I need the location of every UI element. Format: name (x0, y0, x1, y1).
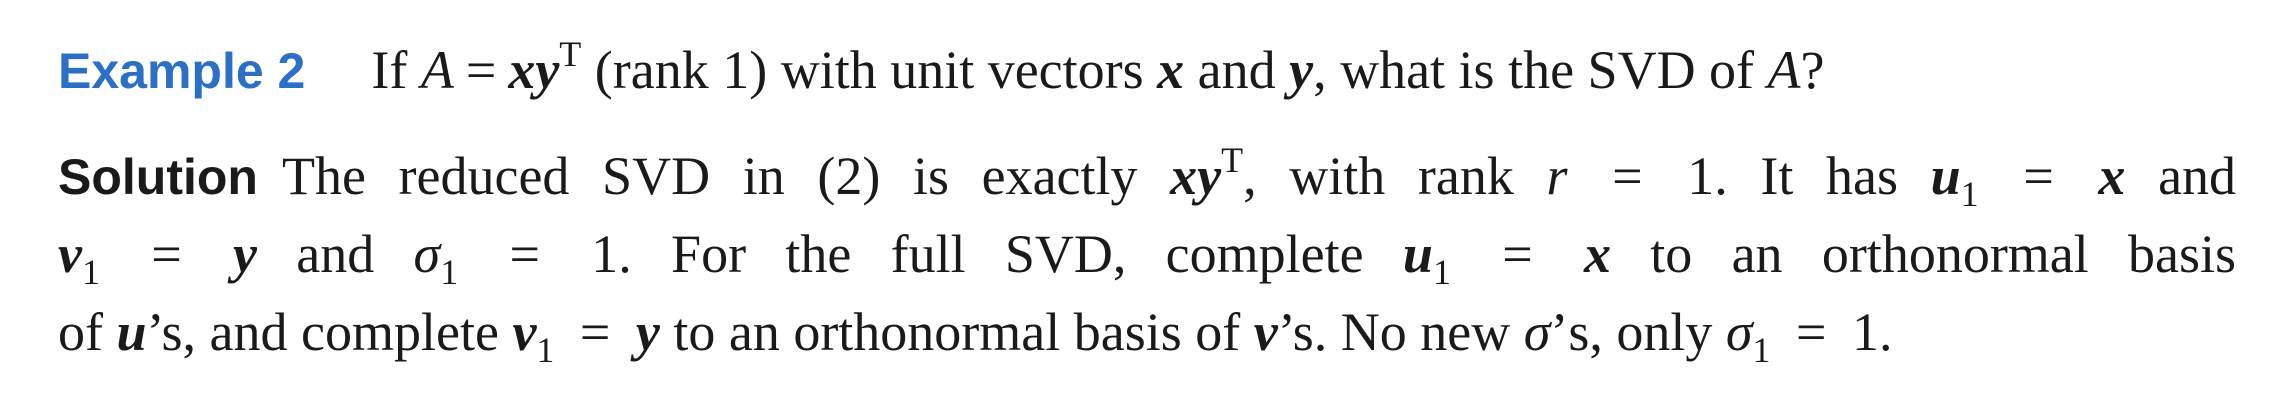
math-equals: = (1612, 146, 1643, 206)
math-vector-v: v (512, 302, 537, 362)
math-transpose: T (559, 34, 582, 74)
math-rank-r: r (1546, 146, 1568, 206)
document-page: Example 2 If A = xyT (rank 1) with unit vec… (0, 0, 2295, 407)
math-equals: = (465, 40, 497, 100)
math-subscript: 1 (81, 252, 100, 292)
solution-text: 1. (1851, 302, 1893, 362)
solution-line-1: Solution The reduced SVD in (2) is exactl… (58, 140, 2236, 218)
solution-text: , with rank (1243, 146, 1547, 206)
solution-text: 1. For the full SVD, complete (591, 224, 1403, 284)
example-text: If (371, 40, 421, 100)
math-vector-x: x (1584, 224, 1611, 284)
math-vector-x: x (2098, 146, 2126, 206)
math-vector-y: y (233, 224, 257, 284)
math-equals: = (2023, 146, 2054, 206)
example-statement: Example 2 If A = xyT (rank 1) with unit vec… (58, 34, 2237, 112)
solution-text: ’s, and complete (146, 302, 513, 362)
math-equals: = (1795, 302, 1827, 362)
math-vector-x: x (1157, 40, 1185, 100)
math-equals: = (151, 224, 182, 284)
math-vector-xy: xy (508, 40, 560, 100)
solution-text: to an orthonormal basis (1611, 224, 2237, 284)
solution-label: Solution (58, 149, 258, 205)
solution-text: ’s. No new (1277, 302, 1524, 362)
example-text: ? (1800, 40, 1825, 100)
math-vector-u: u (1402, 224, 1433, 284)
example-text: , what is the SVD of (1313, 40, 1768, 100)
math-vector-v: v (1253, 302, 1278, 362)
math-sigma: σ (413, 224, 441, 284)
math-sigma: σ (1725, 302, 1753, 362)
example-text: (rank 1) with unit vectors (581, 40, 1158, 100)
example-label: Example 2 (58, 43, 306, 99)
math-equals: = (579, 302, 611, 362)
math-vector-y: y (635, 302, 660, 362)
solution-text: 1. It has (1687, 146, 1931, 206)
solution-line-3: of u’s, and complete v1 = y to an orthon… (58, 296, 2236, 374)
math-subscript: 1 (1752, 330, 1771, 370)
math-matrix-A: A (1767, 40, 1801, 100)
math-subscript: 1 (1960, 174, 1979, 214)
solution-text: The reduced SVD in (2) is exactly (281, 146, 1171, 206)
solution-text: ’s, only (1550, 302, 1726, 362)
solution-text: and (2158, 146, 2237, 206)
solution-text: of (58, 302, 117, 362)
math-vector-xy: xy (1170, 146, 1222, 206)
math-vector-u: u (1930, 146, 1961, 206)
math-transpose: T (1221, 140, 1244, 180)
math-vector-v: v (58, 224, 82, 284)
solution-text: to an orthonormal basis of (659, 302, 1254, 362)
math-equals: = (1502, 224, 1533, 284)
math-subscript: 1 (440, 252, 459, 292)
math-matrix-A: A (420, 40, 454, 100)
solution-line-2: v1 = y and σ1 = 1. For the full SVD, com… (58, 218, 2236, 296)
example-text: and (1184, 40, 1290, 100)
math-vector-u: u (116, 302, 147, 362)
math-equals: = (509, 224, 540, 284)
solution-text: and (257, 224, 414, 284)
math-vector-y: y (1289, 40, 1314, 100)
math-subscript: 1 (536, 330, 555, 370)
math-sigma: σ (1523, 302, 1551, 362)
math-subscript: 1 (1432, 252, 1451, 292)
